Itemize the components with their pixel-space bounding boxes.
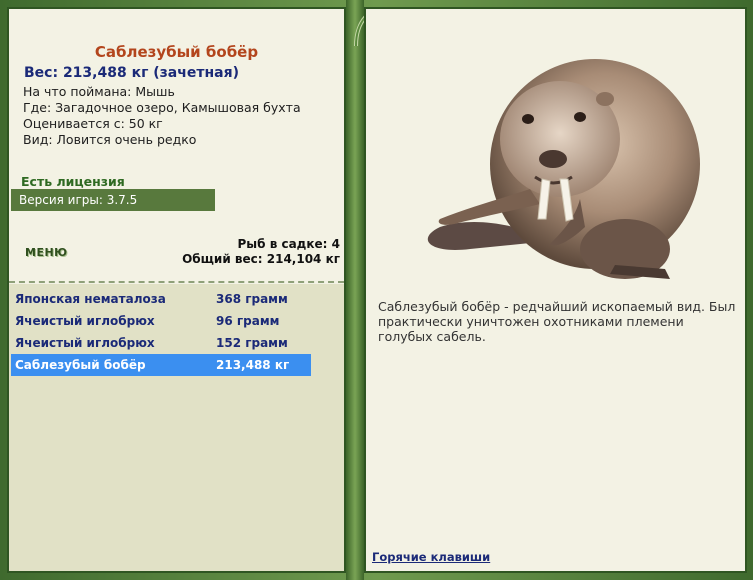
fish-info-panel: Саблезубый бобёр Вес: 213,488 кг (зачетн… bbox=[7, 7, 346, 573]
catch-row[interactable]: Японская нематалоза 368 грамм bbox=[11, 288, 311, 310]
catch-row-weight: 152 грамм bbox=[216, 336, 288, 350]
version-bar: Версия игры: 3.7.5 bbox=[11, 189, 215, 211]
keepnet-count: Рыб в садке: 4 bbox=[237, 237, 341, 251]
keepnet-summary: Рыб в садке: 4 Общий вес: 214,104 кг bbox=[182, 237, 340, 267]
fish-rarity: Вид: Ловится очень редко bbox=[23, 132, 197, 147]
catch-row-weight: 213,488 кг bbox=[216, 358, 290, 372]
vine-divider bbox=[346, 0, 364, 580]
catch-row-selected[interactable]: Саблезубый бобёр 213,488 кг bbox=[11, 354, 311, 376]
fish-picture-panel: Саблезубый бобёр - редчайший ископаемый … bbox=[364, 7, 747, 573]
catch-row[interactable]: Ячеистый иглобрюх 96 грамм bbox=[11, 310, 311, 332]
fish-location: Где: Загадочное озеро, Камышовая бухта bbox=[23, 100, 301, 115]
dashed-divider bbox=[9, 281, 344, 283]
catch-row-name: Саблезубый бобёр bbox=[15, 358, 146, 372]
menu-button[interactable]: МЕНЮ bbox=[25, 246, 68, 259]
keepnet-total-weight: Общий вес: 214,104 кг bbox=[182, 252, 340, 266]
catch-row-name: Ячеистый иглобрюх bbox=[15, 336, 155, 350]
hotkeys-link[interactable]: Горячие клавиши bbox=[372, 550, 490, 564]
fish-title: Саблезубый бобёр bbox=[94, 43, 259, 61]
fish-bait: На что поймана: Мышь bbox=[23, 84, 175, 99]
catch-row[interactable]: Ячеистый иглобрюх 152 грамм bbox=[11, 332, 311, 354]
catch-row-weight: 96 грамм bbox=[216, 314, 280, 328]
catch-row-name: Ячеистый иглобрюх bbox=[15, 314, 155, 328]
catch-row-weight: 368 грамм bbox=[216, 292, 288, 306]
sabertooth-beaver-image bbox=[427, 59, 700, 279]
fish-valuation: Оценивается с: 50 кг bbox=[23, 116, 163, 131]
license-status: Есть лицензия bbox=[21, 174, 125, 189]
fish-description: Саблезубый бобёр - редчайший ископаемый … bbox=[378, 299, 736, 344]
fish-weight: Вес: 213,488 кг (зачетная) bbox=[24, 65, 239, 81]
catch-row-name: Японская нематалоза bbox=[15, 292, 166, 306]
